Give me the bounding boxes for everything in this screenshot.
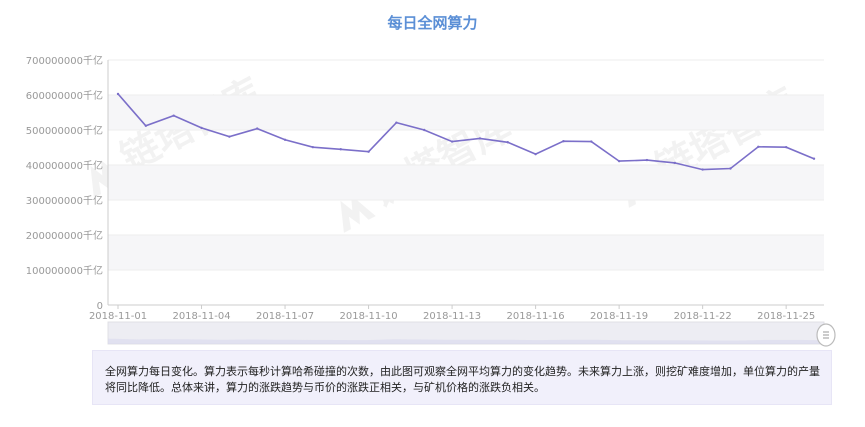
x-tick-label: 2018-11-25 xyxy=(757,311,815,322)
data-point xyxy=(423,128,426,132)
y-tick-label: 700000000千亿 xyxy=(26,54,103,67)
data-point xyxy=(729,167,732,170)
data-point xyxy=(116,92,120,96)
x-tick-label: 2018-11-07 xyxy=(256,311,314,322)
data-point xyxy=(311,145,315,149)
data-point xyxy=(812,157,816,160)
data-point xyxy=(701,168,704,171)
x-tick-label: 2018-11-13 xyxy=(423,311,481,322)
x-tick-label: 2018-11-19 xyxy=(590,311,648,322)
y-tick-label: 400000000千亿 xyxy=(26,159,103,172)
data-point xyxy=(757,145,760,148)
x-tick-label: 2018-11-10 xyxy=(339,311,397,322)
data-point xyxy=(367,150,370,153)
data-point xyxy=(590,140,593,143)
y-tick-label: 300000000千亿 xyxy=(26,194,103,207)
y-tick-label: 100000000千亿 xyxy=(26,264,103,277)
data-point xyxy=(339,148,342,151)
grid-band xyxy=(108,165,824,200)
data-point xyxy=(395,121,398,124)
y-tick-label: 500000000千亿 xyxy=(26,124,103,137)
x-tick-label: 2018-11-04 xyxy=(172,311,230,322)
x-tick-label: 2018-11-22 xyxy=(674,311,732,322)
data-point xyxy=(534,152,537,156)
data-point xyxy=(144,124,148,128)
data-point xyxy=(506,141,509,144)
data-point xyxy=(172,114,175,117)
data-point xyxy=(450,140,454,143)
y-tick-label: 200000000千亿 xyxy=(26,229,103,242)
grid-band xyxy=(108,235,824,270)
grid-band xyxy=(108,95,824,130)
y-tick-label: 600000000千亿 xyxy=(26,89,103,102)
data-point xyxy=(478,137,482,140)
data-point xyxy=(617,159,621,163)
data-point xyxy=(645,158,649,162)
x-tick-label: 2018-11-16 xyxy=(507,311,565,322)
x-tick-label: 2018-11-01 xyxy=(89,311,147,322)
data-point xyxy=(200,126,203,130)
data-point xyxy=(673,161,676,165)
data-point xyxy=(283,138,287,141)
zoom-slider-window[interactable] xyxy=(108,322,824,344)
data-point xyxy=(256,127,259,130)
data-point xyxy=(228,135,231,138)
data-point xyxy=(562,140,565,143)
data-point xyxy=(784,145,788,149)
chart-description: 全网算力每日变化。算力表示每秒计算哈希碰撞的次数，由此图可观察全网平均算力的变化… xyxy=(92,350,832,405)
